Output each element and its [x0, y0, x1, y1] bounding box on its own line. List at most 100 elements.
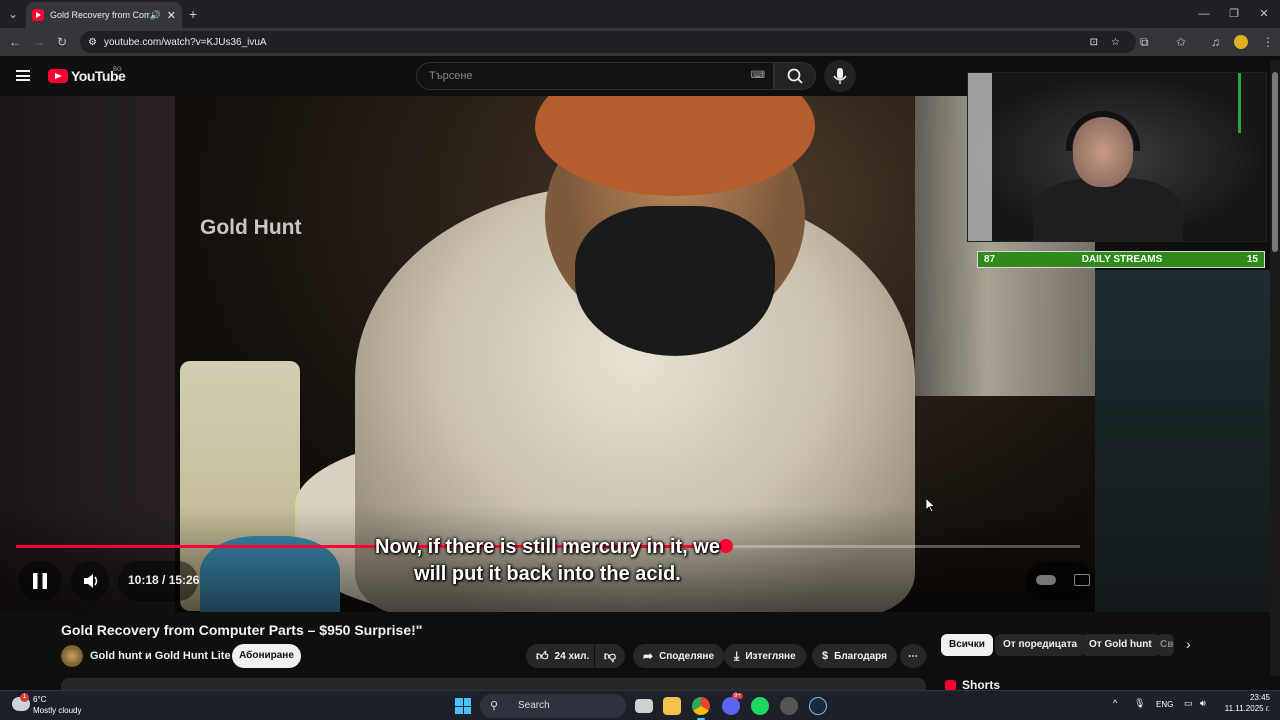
taskbar-search[interactable]: ⚲ Search: [480, 694, 626, 718]
miniplayer-icon[interactable]: [1074, 574, 1090, 586]
new-tab-plus-icon[interactable]: +: [189, 0, 197, 28]
subscribe-button[interactable]: Абониране: [232, 644, 301, 668]
browser-tab-bar: ⌄ Gold Recovery from Compu 🔊 ✕ + — ❐ ✕: [0, 0, 1280, 28]
language-indicator[interactable]: ENG: [1156, 700, 1173, 709]
weather-widget[interactable]: 6°C Mostly cloudy: [33, 694, 81, 716]
share-button[interactable]: ➦ Споделяне: [633, 644, 724, 668]
app-icon[interactable]: [780, 697, 798, 715]
favorites-icon[interactable]: ✩: [1176, 28, 1186, 56]
daily-streams-bar: DAILY STREAMS 87 15: [977, 251, 1265, 268]
channel-name[interactable]: Gold hunt и Gold Hunt Lite: [90, 650, 231, 662]
download-button[interactable]: ⤓ Изтегляне: [724, 644, 806, 668]
address-bar[interactable]: ⚙ youtube.com/watch?v=KJUs36_ivuA ⊡ ☆: [80, 31, 1136, 53]
facecam-headphones: [1066, 111, 1140, 151]
site-info-icon[interactable]: ⚙: [88, 37, 97, 48]
chip-related[interactable]: Св: [1156, 634, 1174, 656]
sidebar-dark-area: [1095, 270, 1270, 612]
tray-overflow-chevron-icon[interactable]: ^: [1113, 698, 1117, 708]
tab-title: Gold Recovery from Compu: [50, 10, 150, 20]
close-window-icon[interactable]: ✕: [1246, 0, 1280, 28]
browser-menu-icon[interactable]: ⋮: [1262, 28, 1274, 56]
video-title: Gold Recovery from Computer Parts – $950…: [61, 622, 423, 638]
volume-button[interactable]: [71, 561, 109, 601]
hamburger-menu-icon[interactable]: [16, 70, 30, 81]
facecam-green-light: [1238, 73, 1241, 133]
chip-from-channel[interactable]: От Gold hunt: [1081, 634, 1160, 656]
media-control-icon[interactable]: ♫: [1211, 28, 1220, 56]
forward-arrow-icon[interactable]: →: [33, 28, 45, 56]
taskbar-search-icon: ⚲: [490, 700, 499, 712]
spotify-icon[interactable]: [751, 697, 769, 715]
windows-taskbar: 1 ⚲ Search 9+: [0, 690, 1280, 720]
browser-tab[interactable]: Gold Recovery from Compu 🔊 ✕: [26, 2, 182, 28]
url-text: youtube.com/watch?v=KJUs36_ivuA: [104, 36, 267, 48]
more-horizontal-icon: ⋯: [908, 650, 918, 662]
tab-close-icon[interactable]: ✕: [167, 9, 176, 22]
volume-tray-icon[interactable]: 🔊︎: [1200, 698, 1206, 709]
dislike-button[interactable]: 👎︎: [595, 644, 625, 668]
thanks-icon: $: [822, 650, 829, 662]
discord-icon[interactable]: [722, 697, 740, 715]
search-icon: [787, 68, 803, 84]
download-label: Изтегляне: [745, 650, 796, 662]
clock-time: 23:45: [1249, 693, 1270, 702]
channel-avatar[interactable]: [61, 645, 83, 667]
microphone-icon: [833, 68, 847, 84]
network-icon[interactable]: ▭: [1184, 698, 1193, 709]
taskbar-search-label: Search: [518, 700, 550, 711]
back-arrow-icon[interactable]: ←: [9, 28, 21, 56]
voice-search-button[interactable]: [824, 60, 856, 92]
chips-next-chevron-icon[interactable]: ›: [1186, 636, 1191, 652]
thumbs-up-icon: 👍︎: [536, 648, 549, 663]
caption-line-1: Now, if there is still mercury in it, we: [375, 536, 720, 558]
tab-audio-icon[interactable]: 🔊: [150, 10, 161, 21]
chrome-icon[interactable]: [692, 697, 710, 715]
thanks-button[interactable]: $ Благодаря: [812, 644, 897, 668]
weather-temperature: 6°C: [33, 695, 47, 704]
task-view-icon[interactable]: [635, 699, 653, 713]
like-count: 24 хил.: [554, 650, 590, 662]
share-label: Споделяне: [659, 650, 714, 662]
video-watermark-title: Gold Hunt: [200, 216, 302, 239]
facecam-overlay: [967, 72, 1267, 242]
time-display: 10:18 / 15:26: [128, 573, 200, 587]
play-pause-button[interactable]: [18, 561, 62, 601]
speaker-icon: [84, 574, 98, 588]
install-app-icon[interactable]: ⊡: [1090, 37, 1098, 48]
clock-date: 11.11.2025 г.: [1224, 704, 1270, 713]
search-placeholder: Търсене: [429, 70, 473, 82]
like-button[interactable]: 👍︎ 24 хил.: [526, 644, 594, 668]
chip-from-series[interactable]: От поредицата: [995, 634, 1086, 656]
daily-streams-left-count: 87: [984, 254, 996, 265]
keyboard-icon[interactable]: ⌨: [751, 63, 765, 89]
system-clock[interactable]: 23:45 11.11.2025 г.: [1222, 692, 1270, 714]
reload-icon[interactable]: ↻: [57, 28, 67, 56]
video-player[interactable]: Gold Hunt Now, if there is still mercury…: [0, 96, 1095, 612]
windows-start-icon[interactable]: [455, 698, 471, 714]
discord-badge: 9+: [732, 693, 743, 699]
browser-toolbar: ← → ↻ ⚙ youtube.com/watch?v=KJUs36_ivuA …: [0, 28, 1280, 56]
extensions-icon[interactable]: ⧉: [1140, 28, 1149, 56]
steam-icon[interactable]: [809, 697, 827, 715]
weather-badge: 1: [20, 693, 29, 702]
share-arrow-icon: ➦: [643, 649, 654, 663]
facecam-background-panel: [968, 73, 992, 241]
chip-all[interactable]: Всички: [941, 634, 993, 656]
profile-avatar[interactable]: [1234, 35, 1248, 49]
scrollbar-thumb[interactable]: [1272, 72, 1278, 252]
tray-microphone-icon[interactable]: 🎙︎: [1134, 698, 1145, 709]
thanks-label: Благодаря: [834, 650, 887, 662]
bookmark-star-icon[interactable]: ☆: [1111, 37, 1120, 48]
thumbs-down-icon: 👎︎: [603, 648, 617, 663]
youtube-logo-icon[interactable]: [48, 69, 68, 83]
more-actions-button[interactable]: ⋯: [900, 644, 926, 668]
search-input[interactable]: Търсене ⌨: [416, 62, 774, 90]
autoplay-toggle[interactable]: [1036, 575, 1056, 585]
file-explorer-icon[interactable]: [663, 697, 681, 715]
daily-streams-right-count: 15: [1246, 254, 1258, 265]
country-code: BG: [113, 67, 122, 73]
search-button[interactable]: [774, 62, 816, 90]
page-scrollbar[interactable]: [1270, 60, 1280, 676]
mouse-cursor-icon: [926, 498, 936, 512]
tab-list-chevron-icon[interactable]: ⌄: [8, 0, 18, 28]
